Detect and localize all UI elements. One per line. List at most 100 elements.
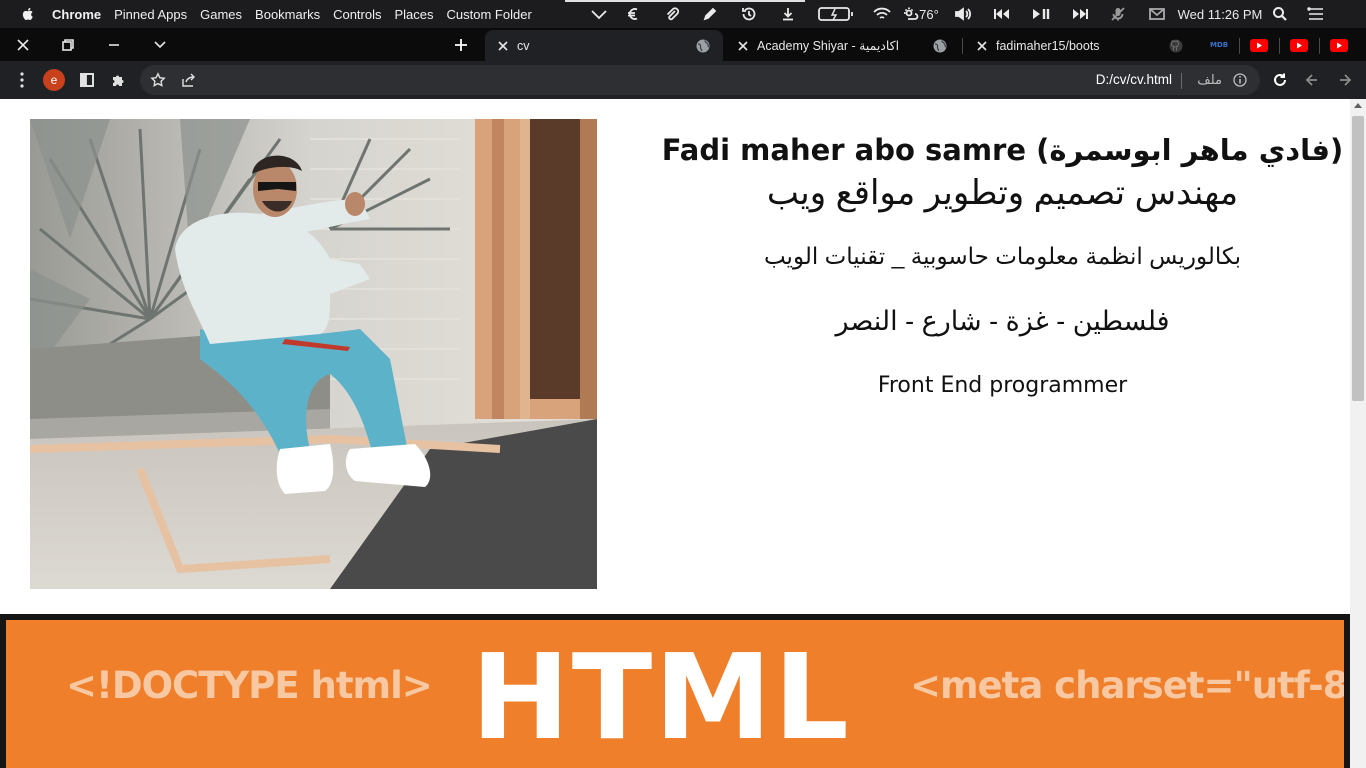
menu-controls[interactable]: Controls [333,7,381,22]
paperclip-icon[interactable] [653,0,691,28]
location-text: فلسطين - غزة - شارع - النصر [835,306,1170,336]
url-separator [1181,73,1182,89]
menu-custom-folder[interactable]: Custom Folder [447,7,532,22]
puzzle-icon [113,75,124,86]
github-icon [1169,39,1183,52]
star-icon [150,72,166,87]
rewind-icon[interactable] [983,0,1021,28]
pen-icon[interactable] [691,0,729,28]
macos-menubar: Chrome Pinned Apps Games Bookmarks Contr… [0,0,1366,28]
menu-app-name[interactable]: Chrome [52,7,101,22]
forward-button[interactable] [1298,61,1326,99]
download-icon[interactable] [769,0,807,28]
back-button[interactable] [1331,61,1359,99]
tab-search-button[interactable] [137,28,183,61]
profile-button[interactable]: e [40,61,68,99]
role-text: Front End programmer [877,373,1128,398]
page-content: Fadi maher abo samre (فادي ماهر ابوسمرة)… [0,99,1366,768]
menu-games[interactable]: Games [200,7,242,22]
extensions-button[interactable] [104,61,132,99]
wifi-icon[interactable] [865,0,899,28]
menu-bookmarks[interactable]: Bookmarks [255,7,320,22]
tab-title: Academy Shiyar - اكاديمية [757,39,900,53]
tab-title: fadimaher15/boots [996,38,1100,53]
weather-icon [904,7,919,20]
battery-icon[interactable] [807,0,865,28]
youtube-icon [1290,38,1308,52]
pinned-tab-youtube-1[interactable] [1240,34,1278,56]
weather-widget[interactable]: 76° [899,0,943,28]
banner-html-text: HTML [471,628,851,766]
youtube-icon [1330,38,1348,52]
tab-academy-shiyar[interactable]: Academy Shiyar - اكاديمية [725,30,960,61]
profile-photo [30,119,597,589]
menu-places[interactable]: Places [395,7,434,22]
vertical-scrollbar[interactable] [1350,99,1366,768]
tab-close-icon[interactable] [495,38,511,54]
new-tab-button[interactable] [448,32,474,58]
kebab-menu-icon [20,72,24,88]
window-close-button[interactable] [0,28,46,61]
tab-cv[interactable]: cv [485,30,723,61]
plus-icon [455,39,467,51]
degree-text: بكالوريس انظمة معلومات حاسوبية _ تقنيات … [763,243,1242,269]
info-icon [1233,73,1247,87]
apple-logo-icon[interactable] [20,6,36,22]
job-title-arabic: مهندس تصميم وتطوير مواقع ويب [766,174,1239,212]
tab-title: cv [517,38,530,53]
bookmark-star-button[interactable] [146,65,170,95]
html-banner: <!DOCTYPE html> HTML <meta charset="utf-… [0,614,1350,768]
volume-icon[interactable] [943,0,983,28]
arrow-right-icon [1305,74,1317,86]
tab-strip: cv Academy Shiyar - اكاديمية fadimaher15… [0,28,1366,61]
scroll-up-arrow-icon[interactable] [1354,103,1362,108]
menu-icon[interactable] [1297,0,1335,28]
share-icon [182,73,195,87]
profile-name: Fadi maher abo samre (فادي ماهر ابوسمرة) [661,133,1344,167]
banner-image: <!DOCTYPE html> HTML <meta charset="utf-… [6,620,1344,768]
play-pause-icon[interactable] [1021,0,1061,28]
share-button[interactable] [177,65,201,95]
menu-pinned-apps[interactable]: Pinned Apps [114,7,187,22]
close-icon [17,38,29,51]
mic-muted-icon[interactable] [1099,0,1137,28]
profile-info: Fadi maher abo samre (فادي ماهر ابوسمرة)… [640,119,1365,398]
search-icon[interactable] [1263,0,1297,28]
minimize-icon [109,43,119,46]
pinned-tab-mdb[interactable]: MDB [1200,34,1238,56]
mail-icon[interactable] [1137,0,1177,28]
clock[interactable]: Wed 11:26 PM [1177,0,1263,28]
pinned-tab-youtube-2[interactable] [1280,34,1318,56]
globe-icon [696,39,710,52]
tab-close-icon[interactable] [735,38,751,54]
restore-icon [62,38,74,51]
reload-icon [1274,73,1286,86]
url-scheme-label: ملف [1197,72,1222,87]
chrome-menu-button[interactable] [8,61,36,99]
euro-icon[interactable] [613,0,653,28]
window-restore-button[interactable] [45,28,91,61]
mdb-icon: MDB [1209,41,1229,49]
site-info-button[interactable] [1228,65,1252,95]
url-text[interactable]: D:/cv/cv.html [1096,72,1172,87]
chevron-down-icon[interactable] [585,0,613,28]
history-icon[interactable] [729,0,769,28]
globe-icon [933,39,947,52]
side-panel-button[interactable] [73,61,101,99]
tab-close-icon[interactable] [974,38,990,54]
address-bar[interactable]: D:/cv/cv.html ملف [140,65,1260,95]
status-tray: 76° Wed 11:26 PM [585,0,1335,28]
scrollbar-thumb[interactable] [1352,116,1364,401]
pinned-tab-youtube-3[interactable] [1320,34,1358,56]
reload-button[interactable] [1266,61,1294,99]
arrow-left-icon [1340,74,1352,86]
window-minimize-button[interactable] [91,28,137,61]
banner-doctype-text: <!DOCTYPE html> [66,664,433,707]
tab-github[interactable]: fadimaher15/boots [964,30,1196,61]
side-panel-icon [80,73,94,87]
weather-temp: 76° [919,6,939,22]
chevron-down-icon [154,40,166,48]
tab-separator [962,38,963,54]
browser-toolbar: e D:/cv/cv.html ملف [0,61,1366,99]
fast-forward-icon[interactable] [1061,0,1099,28]
